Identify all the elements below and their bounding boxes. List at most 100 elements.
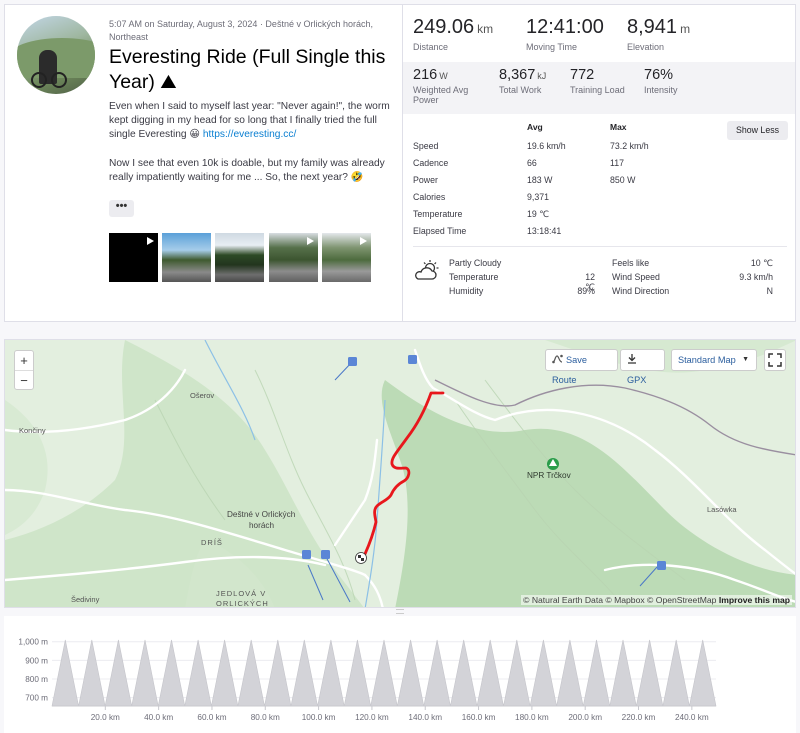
weighted-power-unit: W — [439, 71, 448, 81]
video-thumbnail[interactable] — [269, 233, 318, 282]
x-tick-label: 220.0 km — [622, 713, 656, 722]
x-tick-label: 180.0 km — [515, 713, 549, 722]
detail-avg: 66 — [527, 158, 537, 168]
x-tick-label: 40.0 km — [144, 713, 173, 722]
show-less-button[interactable]: Show Less — [727, 121, 788, 140]
photo-thumbnail[interactable] — [215, 233, 264, 282]
detail-label: Cadence — [413, 158, 449, 168]
wind-direction-value: N — [766, 286, 773, 296]
detail-avg: 13:18:41 — [527, 226, 562, 236]
intensity-label: Intensity — [644, 85, 678, 95]
activity-title: Everesting Ride (Full Single this Year) … — [109, 46, 386, 93]
place-label: JEDLOVÁ V — [216, 589, 267, 598]
activity-card: 5:07 AM on Saturday, August 3, 2024 · De… — [4, 4, 796, 322]
detail-max: 73.2 km/h — [610, 141, 649, 151]
video-thumbnail[interactable] — [322, 233, 371, 282]
detail-label: Elapsed Time — [413, 226, 467, 236]
distance-value: 249.06 km — [413, 16, 493, 39]
y-tick-label: 900 m — [25, 656, 48, 665]
place-label: horách — [249, 521, 275, 530]
video-thumbnail[interactable] — [109, 233, 158, 282]
place-label: NPR Trčkov — [527, 471, 571, 480]
more-button[interactable]: ••• — [109, 200, 134, 217]
place-label: Končiny — [19, 426, 46, 435]
save-route-button[interactable]: Save Route — [545, 349, 618, 385]
improve-map-link[interactable]: Improve this map — [719, 595, 790, 605]
elevation-profile[interactable]: 1,000 m 900 m 800 m 700 m 20.0 km 40.0 km 60.0… — [4, 616, 796, 733]
partly-cloudy-icon — [415, 260, 439, 280]
finish-flag-icon — [355, 552, 367, 564]
detail-label: Temperature — [413, 209, 463, 219]
detail-avg: 9,371 — [527, 192, 550, 202]
wind-speed-value: 9.3 km/h — [739, 272, 773, 282]
training-load-value: 772 — [570, 67, 595, 83]
avatar[interactable] — [17, 16, 95, 94]
attribution-text: © Natural Earth Data © Mapbox © OpenStre… — [523, 595, 717, 605]
distance-unit: km — [477, 22, 494, 36]
avg-header: Avg — [527, 122, 543, 132]
weighted-power-number: 216 — [413, 67, 438, 83]
weather-humidity: 89% — [577, 286, 595, 296]
place-label: ORLICKÝCH — [216, 599, 269, 608]
resize-handle[interactable] — [396, 609, 404, 614]
divider — [413, 246, 787, 247]
weather-condition: Partly Cloudy — [449, 258, 502, 268]
elevation-unit: m — [680, 22, 691, 36]
map-type-label: Standard Map — [678, 355, 736, 365]
elevation-number: 8,941 — [627, 16, 678, 38]
place-label: Deštné v Orlických — [227, 510, 296, 519]
activity-stats: 249.06 km Distance 12:41:00 Moving Time 8… — [402, 5, 795, 321]
wind-speed-label: Wind Speed — [612, 272, 660, 282]
x-tick-label: 120.0 km — [355, 713, 389, 722]
feels-like-label: Feels like — [612, 258, 650, 268]
weather-humidity-label: Humidity — [449, 286, 484, 296]
detail-label: Speed — [413, 141, 439, 151]
x-tick-label: 200.0 km — [568, 713, 602, 722]
moving-time-value: 12:41:00 — [526, 16, 604, 38]
place-label: Ošerov — [190, 391, 215, 400]
everesting-link[interactable]: https://everesting.cc/ — [203, 129, 296, 140]
place-label: Šediviny — [71, 595, 100, 604]
max-header: Max — [610, 122, 627, 132]
fullscreen-button[interactable] — [764, 349, 786, 371]
activity-meta: 5:07 AM on Saturday, August 3, 2024 · De… — [109, 19, 373, 42]
place-label: Lasówka — [707, 505, 737, 514]
activity-description: Even when I said to myself last year: "N… — [109, 100, 394, 185]
total-work-unit: kJ — [537, 71, 547, 81]
x-tick-label: 80.0 km — [251, 713, 280, 722]
training-load-label: Training Load — [570, 85, 625, 95]
total-work-value: 8,367 kJ — [499, 67, 546, 83]
x-tick-label: 60.0 km — [197, 713, 226, 722]
detail-avg: 19.6 km/h — [527, 141, 566, 151]
download-icon — [628, 354, 636, 364]
route-map[interactable]: + − Save Route GPX Standard Map ▼ Ošerov… — [4, 339, 796, 608]
x-tick-label: 140.0 km — [408, 713, 442, 722]
detail-max: 850 W — [610, 175, 636, 185]
avatar-wheel — [31, 72, 47, 88]
map-attribution: © Natural Earth Data © Mapbox © OpenStre… — [521, 595, 792, 605]
weighted-power-label: Weighted Avg Power — [413, 85, 469, 105]
x-tick-label: 160.0 km — [462, 713, 496, 722]
photo-thumbnail[interactable] — [162, 233, 211, 282]
elevation-chart[interactable]: 1,000 m 900 m 800 m 700 m 20.0 km 40.0 km 60.0… — [4, 616, 796, 733]
weather-temperature-label: Temperature — [449, 272, 499, 282]
total-work-number: 8,367 — [499, 67, 536, 83]
elevation-label: Elevation — [627, 42, 665, 52]
play-icon — [360, 237, 367, 245]
gpx-button[interactable]: GPX — [620, 349, 665, 385]
elevation-value: 8,941 m — [627, 16, 690, 39]
x-tick-label: 100.0 km — [302, 713, 336, 722]
feels-like-value: 10 ℃ — [750, 258, 773, 268]
detail-max: 117 — [610, 158, 625, 168]
play-icon — [147, 237, 154, 245]
wind-direction-label: Wind Direction — [612, 286, 670, 296]
route-icon — [552, 354, 563, 364]
zoom-out-button[interactable]: − — [15, 371, 33, 390]
moving-time-label: Moving Time — [526, 42, 578, 52]
chevron-down-icon: ▼ — [742, 356, 749, 363]
zoom-in-button[interactable]: + — [15, 351, 33, 370]
x-tick-label: 20.0 km — [91, 713, 120, 722]
map-type-select[interactable]: Standard Map ▼ — [671, 349, 757, 371]
map-canvas[interactable] — [5, 340, 796, 608]
place-label: DRÍŠ — [201, 538, 223, 547]
